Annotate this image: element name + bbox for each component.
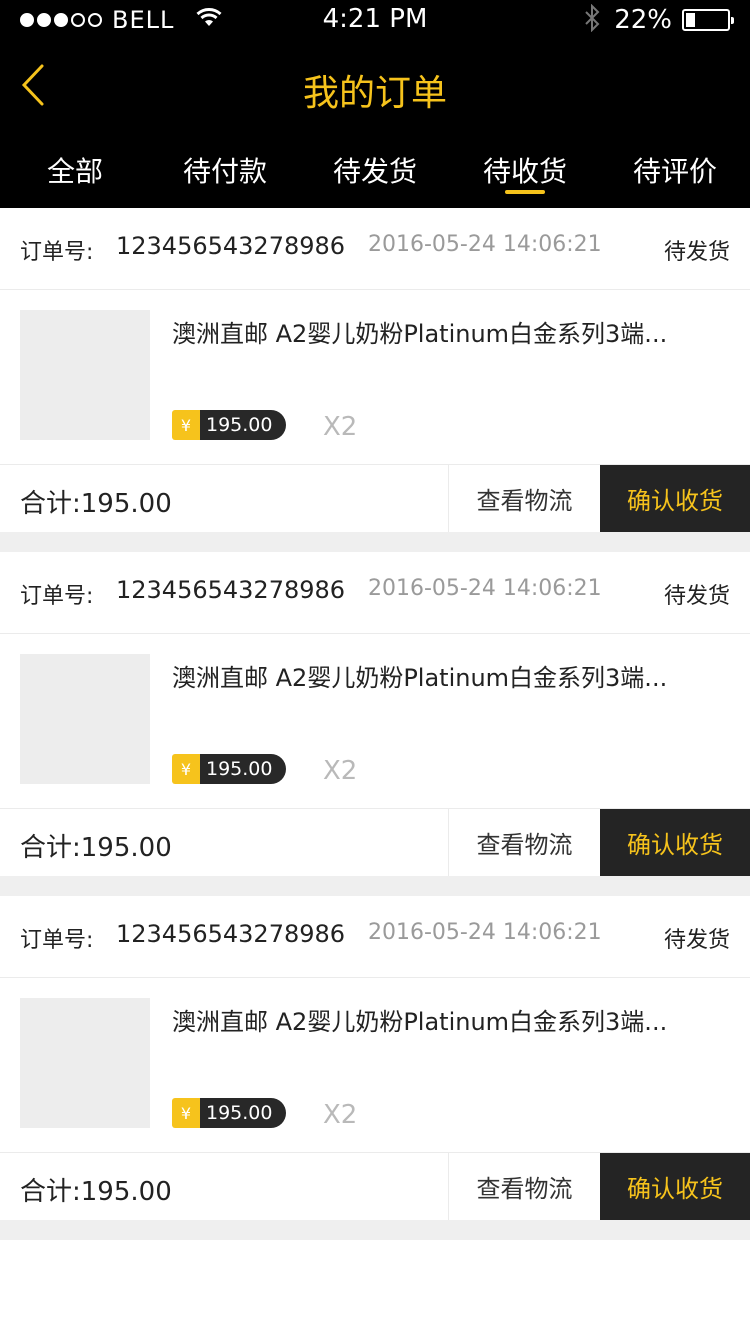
order-number: 123456543278986 <box>116 232 346 260</box>
tab-pending-receipt[interactable]: 待收货 <box>450 136 600 208</box>
product-image <box>20 998 150 1128</box>
order-separator <box>0 1220 750 1240</box>
confirm-receipt-button[interactable]: 确认收货 <box>600 1153 750 1220</box>
order-status: 待发货 <box>663 584 730 609</box>
yen-icon: ¥ <box>172 1098 200 1128</box>
order-footer: 合计:195.00 查看物流 确认收货 <box>0 809 750 876</box>
battery-tip <box>731 17 734 24</box>
order-item[interactable]: 澳洲直邮 A2婴儿奶粉Platinum白金系列3端... ¥ 195.00 X2 <box>0 978 750 1153</box>
tab-indicator <box>505 190 545 194</box>
price-tag: ¥ 195.00 <box>172 754 286 784</box>
tab-label: 全部 <box>46 155 103 188</box>
order-header: 订单号: 123456543278986 2016-05-24 14:06:21… <box>0 896 750 978</box>
battery-level <box>686 13 695 27</box>
order-status: 待发货 <box>663 240 730 265</box>
product-quantity: X2 <box>323 1100 358 1130</box>
order-footer: 合计:195.00 查看物流 确认收货 <box>0 1153 750 1220</box>
view-logistics-button[interactable]: 查看物流 <box>448 809 600 876</box>
tab-pending-review[interactable]: 待评价 <box>600 136 750 208</box>
navigation-bar: 我的订单 <box>0 40 750 136</box>
product-image <box>20 654 150 784</box>
confirm-receipt-button[interactable]: 确认收货 <box>600 465 750 532</box>
price-tag: ¥ 195.00 <box>172 1098 286 1128</box>
order-item[interactable]: 澳洲直邮 A2婴儿奶粉Platinum白金系列3端... ¥ 195.00 X2 <box>0 290 750 465</box>
order-date: 2016-05-24 14:06:21 <box>368 576 602 601</box>
tab-label: 待收货 <box>482 155 567 188</box>
order-number: 123456543278986 <box>116 920 346 948</box>
battery-icon <box>682 9 734 31</box>
order-header: 订单号: 123456543278986 2016-05-24 14:06:21… <box>0 208 750 290</box>
product-name: 澳洲直邮 A2婴儿奶粉Platinum白金系列3端... <box>172 320 668 348</box>
order-number-label: 订单号: <box>20 584 94 609</box>
order-header: 订单号: 123456543278986 2016-05-24 14:06:21… <box>0 552 750 634</box>
confirm-receipt-button[interactable]: 确认收货 <box>600 809 750 876</box>
product-price: 195.00 <box>200 410 286 440</box>
product-price: 195.00 <box>200 1098 286 1128</box>
product-image <box>20 310 150 440</box>
order-list: 订单号: 123456543278986 2016-05-24 14:06:21… <box>0 208 750 1240</box>
order-total: 合计:195.00 <box>20 489 172 519</box>
order-footer: 合计:195.00 查看物流 确认收货 <box>0 465 750 532</box>
order-total: 合计:195.00 <box>20 1177 172 1207</box>
product-name: 澳洲直邮 A2婴儿奶粉Platinum白金系列3端... <box>172 1008 668 1036</box>
tab-label: 待发货 <box>332 155 417 188</box>
view-logistics-button[interactable]: 查看物流 <box>448 1153 600 1220</box>
status-right: 22% <box>584 3 734 36</box>
tab-pending-shipment[interactable]: 待发货 <box>300 136 450 208</box>
tab-pending-payment[interactable]: 待付款 <box>150 136 300 208</box>
tab-label: 待付款 <box>182 155 267 188</box>
tab-all[interactable]: 全部 <box>0 136 150 208</box>
page-title: 我的订单 <box>302 73 447 114</box>
order-card: 订单号: 123456543278986 2016-05-24 14:06:21… <box>0 896 750 1220</box>
product-quantity: X2 <box>323 756 358 786</box>
tab-label: 待评价 <box>632 155 717 188</box>
status-bar: BELL 4:21 PM 22% <box>0 0 750 40</box>
order-number-label: 订单号: <box>20 240 94 265</box>
battery-percentage: 22% <box>614 5 672 35</box>
product-price: 195.00 <box>200 754 286 784</box>
order-date: 2016-05-24 14:06:21 <box>368 232 602 257</box>
yen-icon: ¥ <box>172 410 200 440</box>
product-name: 澳洲直邮 A2婴儿奶粉Platinum白金系列3端... <box>172 664 668 692</box>
price-tag: ¥ 195.00 <box>172 410 286 440</box>
order-number-label: 订单号: <box>20 928 94 953</box>
order-total: 合计:195.00 <box>20 833 172 863</box>
bluetooth-icon <box>584 3 600 36</box>
order-card: 订单号: 123456543278986 2016-05-24 14:06:21… <box>0 552 750 876</box>
order-number: 123456543278986 <box>116 576 346 604</box>
order-status: 待发货 <box>663 928 730 953</box>
order-separator <box>0 876 750 896</box>
product-quantity: X2 <box>323 412 358 442</box>
order-card: 订单号: 123456543278986 2016-05-24 14:06:21… <box>0 208 750 532</box>
order-date: 2016-05-24 14:06:21 <box>368 920 602 945</box>
order-separator <box>0 532 750 552</box>
order-tabs: 全部 待付款 待发货 待收货 待评价 <box>0 136 750 208</box>
yen-icon: ¥ <box>172 754 200 784</box>
order-item[interactable]: 澳洲直邮 A2婴儿奶粉Platinum白金系列3端... ¥ 195.00 X2 <box>0 634 750 809</box>
view-logistics-button[interactable]: 查看物流 <box>448 465 600 532</box>
